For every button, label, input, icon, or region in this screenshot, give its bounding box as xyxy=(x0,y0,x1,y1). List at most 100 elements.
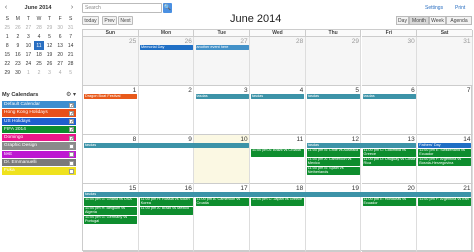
event-fifa-match[interactable]: 11:00 pm E: Honduras vs Ecuador xyxy=(362,198,416,206)
calendar-item[interactable]: Graphic Design xyxy=(2,142,76,151)
calendar-checkbox[interactable] xyxy=(69,143,74,149)
mini-day[interactable]: 5 xyxy=(44,32,55,41)
mini-day[interactable]: 31 xyxy=(65,23,76,32)
event-fifa-match[interactable]: 11:00 pm G: Ghana vs USA xyxy=(84,198,137,206)
mini-day[interactable]: 27 xyxy=(55,59,66,68)
mini-day[interactable]: 26 xyxy=(44,59,55,68)
search-icon[interactable]: 🔍 xyxy=(163,3,172,13)
mini-day[interactable]: 3 xyxy=(23,32,34,41)
calendar-item[interactable]: US Holidays xyxy=(2,117,76,126)
mini-day-selected[interactable]: 11 xyxy=(33,41,45,50)
mini-day[interactable]: 10 xyxy=(23,41,34,50)
mini-day[interactable]: 23 xyxy=(13,59,24,68)
calendar-checkbox[interactable] xyxy=(69,126,74,135)
event-fifa-match[interactable]: 11:00 pm A: Brazil vs Croatia xyxy=(251,149,304,157)
mini-next-icon[interactable]: › xyxy=(68,4,76,12)
search-input[interactable]: Search xyxy=(82,3,162,13)
mini-prev-icon[interactable]: ‹ xyxy=(2,4,10,12)
calendar-checkbox[interactable] xyxy=(69,135,74,143)
mini-day[interactable]: 9 xyxy=(13,41,24,50)
day-cell[interactable]: 2 xyxy=(138,86,195,135)
day-cell[interactable]: 29 xyxy=(305,37,362,86)
event-tasdas[interactable]: tasdas xyxy=(195,94,249,99)
event-fifa-match[interactable]: 11:00 pm H: Russia vs South Korea xyxy=(139,198,193,206)
calendar-checkbox[interactable] xyxy=(69,160,74,166)
mini-day[interactable]: 19 xyxy=(44,50,55,59)
today-button[interactable]: today xyxy=(82,16,99,25)
mini-day[interactable]: 25 xyxy=(34,59,45,68)
mini-day[interactable]: 27 xyxy=(23,23,34,32)
view-month-button[interactable]: Month xyxy=(409,16,429,25)
mini-day[interactable]: 21 xyxy=(65,50,76,59)
calendar-checkbox[interactable] xyxy=(69,118,74,126)
print-link[interactable]: Print xyxy=(455,5,465,11)
mini-day[interactable]: 22 xyxy=(2,59,13,68)
mini-day[interactable]: 2 xyxy=(34,68,45,77)
event-fifa-match[interactable]: 11:00 pm A: Cameroon vs Croatia xyxy=(195,198,249,206)
event-tasdas[interactable]: tasdas xyxy=(84,192,471,197)
mini-day[interactable]: 15 xyxy=(2,50,13,59)
calendar-item[interactable]: Fuka xyxy=(2,167,76,176)
event-fifa-match[interactable]: 11:00 pm D: Uruguay vs Costa Rica xyxy=(362,158,416,166)
event-fifa-match[interactable]: 11:00 pm F: Argentina vs Bosnia-Herzegov… xyxy=(418,158,472,166)
event-fifa-match[interactable]: 11:00 pm C: Japan vs Greece xyxy=(251,198,304,206)
event-tasdas[interactable]: tasdas xyxy=(306,143,416,148)
mini-day[interactable]: 26 xyxy=(13,23,24,32)
calendar-item[interactable]: Domingo xyxy=(2,134,76,143)
calendar-item[interactable]: Dr. Emmanuelli xyxy=(2,159,76,168)
calendar-item[interactable]: Hong Kong Holidays xyxy=(2,109,76,118)
mini-day[interactable]: 24 xyxy=(23,59,34,68)
calendar-checkbox[interactable] xyxy=(69,102,74,110)
mini-day[interactable]: 3 xyxy=(44,68,55,77)
event-fifa-match[interactable]: 11:00 pm H: Belgium vs Algeria xyxy=(84,207,137,215)
mini-day[interactable]: 17 xyxy=(23,50,34,59)
calendar-item[interactable]: test xyxy=(2,150,76,160)
mini-day[interactable]: 25 xyxy=(2,23,13,32)
prev-button[interactable]: Prev xyxy=(102,16,117,25)
mini-day[interactable]: 4 xyxy=(55,68,66,77)
mini-day[interactable]: 16 xyxy=(13,50,24,59)
event-fifa-match[interactable]: 11:00 pm G: Germany vs Portugal xyxy=(84,216,137,224)
view-day-button[interactable]: Day xyxy=(396,16,409,25)
event-fifa-match[interactable]: 11:00 pm A: Cameroon vs Mexico xyxy=(306,158,360,166)
calendar-checkbox[interactable] xyxy=(69,168,74,174)
mini-day[interactable]: 2 xyxy=(13,32,24,41)
day-cell[interactable]: 7 xyxy=(417,86,473,135)
event-fifa-match[interactable]: 11:00 pm C: Colombia vs Greece xyxy=(362,149,416,157)
mini-day[interactable]: 7 xyxy=(65,32,76,41)
mini-day[interactable]: 28 xyxy=(65,59,76,68)
day-cell[interactable]: 30 xyxy=(361,37,418,86)
mini-day[interactable]: 4 xyxy=(34,32,45,41)
calendar-item[interactable]: Default Calendar xyxy=(2,101,76,110)
calendar-checkbox[interactable] xyxy=(69,152,74,158)
event-another[interactable]: another event here xyxy=(195,45,249,50)
view-week-button[interactable]: Week xyxy=(429,16,446,25)
mini-day[interactable]: 29 xyxy=(44,23,55,32)
event-fifa-match[interactable]: 11:00 pm B: Spain vs Netherlands xyxy=(306,167,360,175)
day-cell[interactable]: 28 xyxy=(250,37,306,86)
day-cell[interactable]: 25 xyxy=(83,37,139,86)
mini-day[interactable]: 30 xyxy=(55,23,66,32)
mini-day[interactable]: 30 xyxy=(13,68,24,77)
mini-day[interactable]: 1 xyxy=(23,68,34,77)
mini-day[interactable]: 14 xyxy=(65,41,76,50)
day-cell[interactable]: 31 xyxy=(417,37,473,86)
mini-day[interactable]: 29 xyxy=(2,68,13,77)
calendar-item[interactable]: FIFA 2014 xyxy=(2,125,76,135)
mini-day[interactable]: 28 xyxy=(34,23,45,32)
mini-day[interactable]: 8 xyxy=(2,41,13,50)
view-agenda-button[interactable]: Agenda xyxy=(446,16,472,25)
event-memorial-day[interactable]: Memorial Day xyxy=(140,45,193,50)
day-cell[interactable]: 11 xyxy=(250,135,306,184)
event-fathers-day[interactable]: Fathers' Day xyxy=(418,143,472,148)
event-fifa-match[interactable]: 11:00 pm E: Switzerland vs Ecuador xyxy=(418,149,472,157)
event-tasdas[interactable]: tasdas xyxy=(362,94,416,99)
event-tasdas[interactable]: tasdas xyxy=(251,94,304,99)
calendar-checkbox[interactable] xyxy=(69,110,74,118)
mini-day[interactable]: 20 xyxy=(55,50,66,59)
event-dragon-boat[interactable]: Dragon Boat Festival xyxy=(84,94,137,99)
event-fifa-match[interactable]: 11:00 pm B: Chile vs Australia xyxy=(306,149,360,157)
event-tasdas[interactable]: tasdas xyxy=(306,94,360,99)
event-fifa-match[interactable]: 11:00 pm F: Argentina vs Iran xyxy=(418,198,472,206)
mini-day[interactable]: 1 xyxy=(2,32,13,41)
